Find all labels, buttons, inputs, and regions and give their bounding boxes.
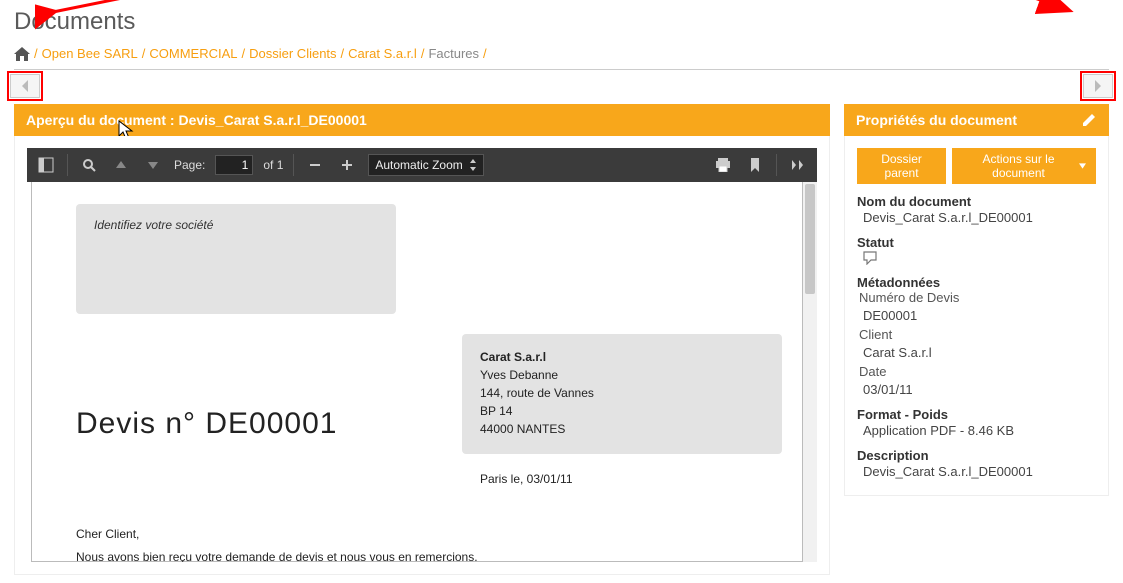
doc-greeting: Cher Client,	[76, 527, 139, 541]
prop-status-label: Statut	[857, 235, 1096, 250]
zoom-select[interactable]: Automatic Zoom	[368, 154, 483, 176]
breadcrumb-sep: /	[34, 46, 38, 61]
preview-panel-header: Aperçu du document : Devis_Carat S.a.r.l…	[14, 104, 830, 136]
prop-meta-client-value: Carat S.a.r.l	[857, 344, 1096, 364]
print-icon[interactable]	[712, 154, 734, 176]
prop-meta-num-value: DE00001	[857, 307, 1096, 327]
pdf-scrollbar[interactable]	[803, 182, 817, 562]
updown-icon	[469, 159, 477, 171]
search-icon[interactable]	[78, 154, 100, 176]
tools-menu-icon[interactable]	[787, 154, 809, 176]
prop-description-value: Devis_Carat S.a.r.l_DE00001	[857, 463, 1096, 483]
zoom-out-icon[interactable]	[304, 154, 326, 176]
prop-meta-date-label: Date	[857, 364, 1096, 381]
page-number-input[interactable]	[215, 155, 253, 175]
sidebar-toggle-icon[interactable]	[35, 154, 57, 176]
doc-recipient-box: Carat S.a.r.l Yves Debanne 144, route de…	[462, 334, 782, 454]
properties-header-label: Propriétés du document	[856, 112, 1017, 128]
prop-format-label: Format - Poids	[857, 407, 1096, 422]
breadcrumb-sep: /	[242, 46, 246, 61]
breadcrumb-sep: /	[483, 46, 487, 61]
breadcrumb-current: Factures	[428, 46, 479, 61]
prop-name-label: Nom du document	[857, 194, 1096, 209]
zoom-in-icon[interactable]	[336, 154, 358, 176]
edit-icon[interactable]	[1081, 112, 1097, 128]
caret-down-icon	[1079, 163, 1086, 169]
prop-name-value: Devis_Carat S.a.r.l_DE00001	[857, 209, 1096, 229]
parent-folder-button[interactable]: Dossier parent	[857, 148, 946, 184]
preview-header-prefix: Aperçu du document :	[26, 112, 178, 128]
prop-meta-date-value: 03/01/11	[857, 381, 1096, 401]
next-document-button[interactable]	[1083, 74, 1113, 98]
prop-meta-client-label: Client	[857, 327, 1096, 344]
doc-title: Devis n° DE00001	[76, 407, 337, 441]
breadcrumb-item[interactable]: Open Bee SARL	[42, 46, 138, 61]
prop-meta-num-label: Numéro de Devis	[857, 290, 1096, 307]
page-down-icon[interactable]	[142, 154, 164, 176]
breadcrumb-sep: /	[421, 46, 425, 61]
doc-place-date: Paris le, 03/01/11	[480, 472, 573, 486]
document-actions-button[interactable]: Actions sur le document	[952, 148, 1096, 184]
home-icon[interactable]	[14, 47, 30, 61]
prop-format-value: Application PDF - 8.46 KB	[857, 422, 1096, 442]
doc-para: Nous avons bien reçu votre demande de de…	[76, 550, 478, 562]
page-label: Page:	[174, 158, 205, 172]
page-of-label: of 1	[263, 158, 283, 172]
prop-metadata-label: Métadonnées	[857, 275, 1096, 290]
prev-document-button[interactable]	[10, 74, 40, 98]
doc-company-box: Identifiez votre société	[76, 204, 396, 314]
pdf-toolbar: Page: of 1 Automatic Zoom	[27, 148, 817, 182]
breadcrumb-item[interactable]: Dossier Clients	[249, 46, 336, 61]
properties-panel-header: Propriétés du document	[844, 104, 1109, 136]
breadcrumb: / Open Bee SARL / COMMERCIAL / Dossier C…	[0, 40, 1123, 69]
breadcrumb-item[interactable]: Carat S.a.r.l	[348, 46, 417, 61]
page-up-icon[interactable]	[110, 154, 132, 176]
page-title: Documents	[0, 0, 1123, 40]
pdf-page: Identifiez votre société Carat S.a.r.l Y…	[31, 182, 803, 562]
status-icon	[857, 250, 1096, 269]
breadcrumb-sep: /	[341, 46, 345, 61]
prop-description-label: Description	[857, 448, 1096, 463]
breadcrumb-item[interactable]: COMMERCIAL	[149, 46, 237, 61]
preview-header-docname: Devis_Carat S.a.r.l_DE00001	[178, 112, 366, 128]
breadcrumb-sep: /	[142, 46, 146, 61]
zoom-select-label: Automatic Zoom	[375, 158, 462, 172]
bookmark-icon[interactable]	[744, 154, 766, 176]
